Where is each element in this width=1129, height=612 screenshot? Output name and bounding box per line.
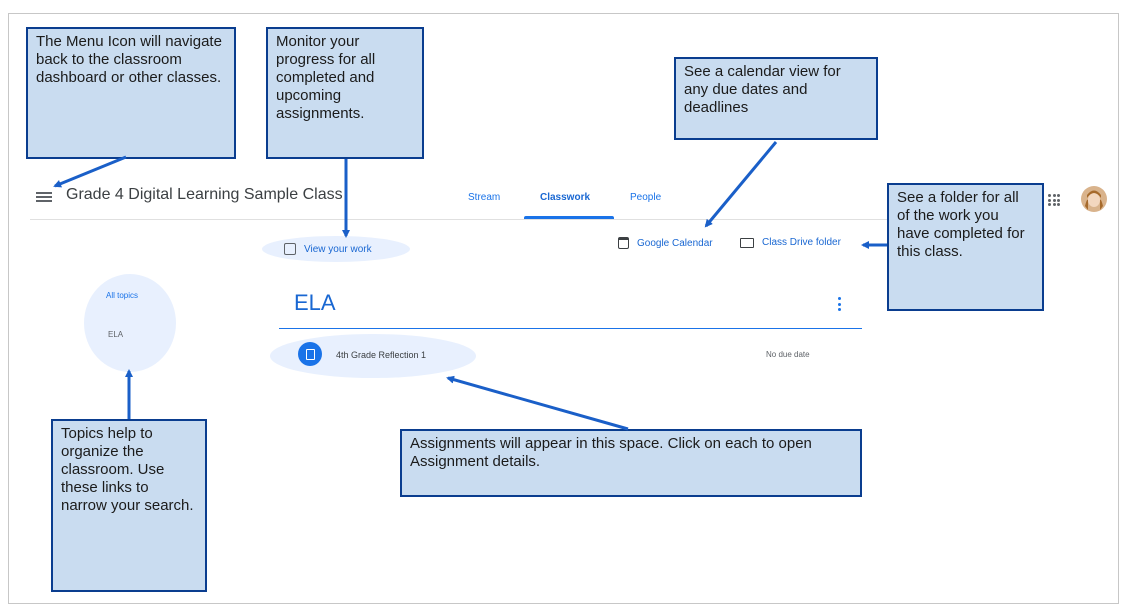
more-vert-icon[interactable] (838, 297, 841, 311)
section-title: ELA (294, 290, 336, 315)
topic-ela[interactable]: ELA (108, 330, 123, 339)
assignment-title[interactable]: 4th Grade Reflection 1 (336, 350, 426, 360)
view-your-work-label: View your work (304, 243, 372, 255)
topic-all-topics[interactable]: All topics (106, 291, 138, 300)
view-your-work-button[interactable]: View your work (262, 236, 410, 262)
callout-menu: The Menu Icon will navigate back to the … (26, 27, 236, 159)
class-title[interactable]: Grade 4 Digital Learning Sample Class (66, 186, 343, 204)
tab-stream[interactable]: Stream (468, 192, 500, 203)
menu-icon[interactable] (36, 190, 52, 204)
class-drive-folder-label: Class Drive folder (762, 237, 841, 248)
callout-folder: See a folder for all of the work you hav… (887, 183, 1044, 311)
header-divider (30, 219, 1032, 220)
folder-icon (740, 237, 754, 248)
apps-icon[interactable] (1048, 194, 1060, 206)
section-divider (279, 328, 862, 329)
callout-assignments: Assignments will appear in this space. C… (400, 429, 862, 497)
callout-progress: Monitor your progress for all completed … (266, 27, 424, 159)
callout-calendar: See a calendar view for any due dates an… (674, 57, 878, 140)
google-calendar-button[interactable]: Google Calendar (618, 237, 713, 249)
tab-classwork[interactable]: Classwork (540, 192, 590, 203)
assignment-due-date: No due date (766, 350, 810, 359)
calendar-icon (618, 237, 629, 249)
assignment-icon (298, 342, 322, 366)
topics-highlight (84, 274, 176, 372)
tab-people[interactable]: People (630, 192, 661, 203)
avatar[interactable] (1081, 186, 1107, 212)
callout-topics: Topics help to organize the classroom. U… (51, 419, 207, 592)
view-work-icon (284, 243, 296, 255)
google-calendar-label: Google Calendar (637, 237, 713, 249)
class-drive-folder-button[interactable]: Class Drive folder (740, 237, 841, 248)
